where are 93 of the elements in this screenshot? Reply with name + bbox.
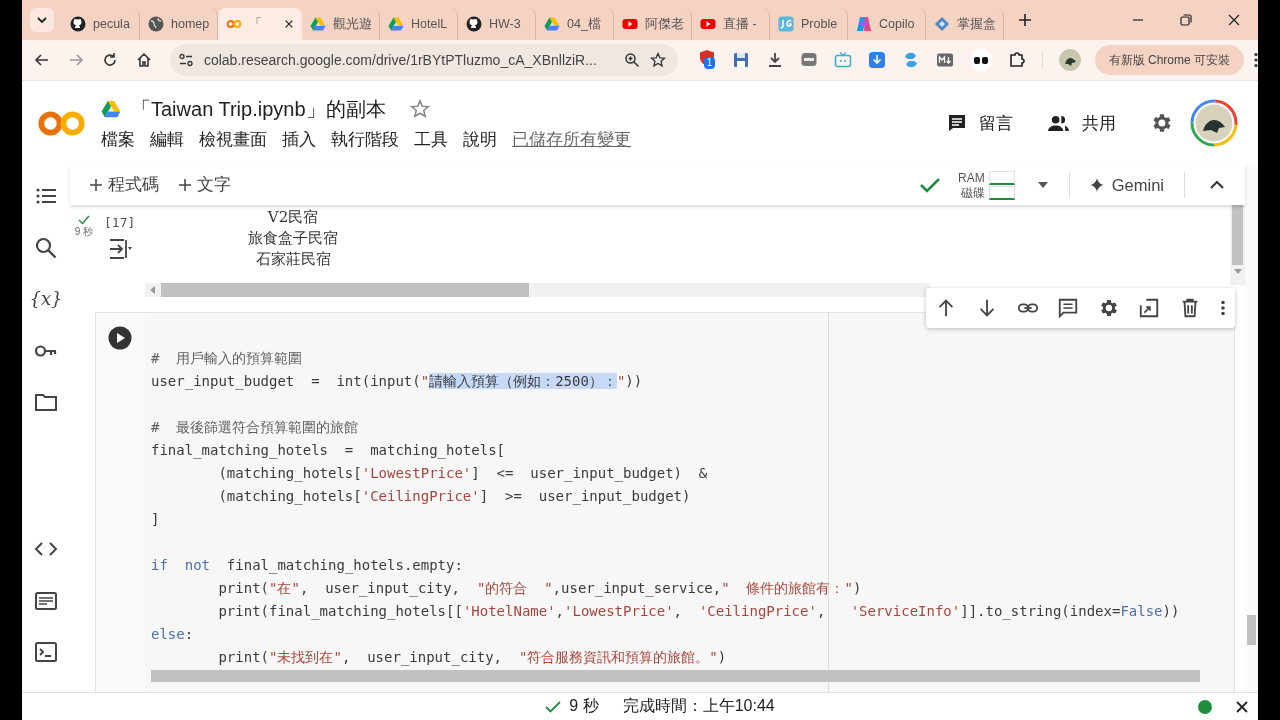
output-text: 石家莊民宿 bbox=[255, 249, 331, 270]
download-box-icon[interactable] bbox=[867, 51, 886, 69]
square-logo-icon bbox=[778, 16, 794, 32]
sparkle-icon bbox=[1089, 178, 1104, 192]
execution-count: [17] bbox=[104, 215, 136, 230]
menu-item[interactable]: 編輯 bbox=[150, 128, 184, 151]
people-icon bbox=[1047, 113, 1070, 133]
tune-icon[interactable] bbox=[177, 52, 194, 68]
chevron-up-icon[interactable] bbox=[1209, 180, 1225, 190]
comment-button[interactable]: 留言 bbox=[947, 111, 1013, 135]
code-line: # 用戶輸入的預算範圍 bbox=[151, 349, 304, 368]
cat-logo-icon bbox=[70, 16, 86, 32]
drive-logo-icon bbox=[388, 16, 404, 32]
plus-icon bbox=[90, 179, 102, 191]
restore-icon[interactable] bbox=[1179, 13, 1193, 27]
code-line: print(final_matching_hotels[['HotelName','LowestPrice', 'CeilingPrice', 'ServiceInfo']].to_string(index=False)) bbox=[217, 602, 1181, 622]
chat-bubble-icon[interactable] bbox=[799, 51, 818, 69]
markdown-icon[interactable] bbox=[935, 51, 954, 69]
diamond-logo-icon bbox=[934, 16, 950, 32]
binoculars-icon[interactable] bbox=[969, 49, 992, 71]
new-tab-icon[interactable] bbox=[1018, 13, 1032, 27]
menu-item[interactable]: 檢視畫面 bbox=[199, 128, 267, 151]
menu-item[interactable]: 插入 bbox=[282, 128, 316, 151]
comment-icon[interactable] bbox=[1057, 297, 1080, 319]
close-icon[interactable] bbox=[1227, 13, 1241, 27]
run-button[interactable] bbox=[108, 326, 132, 350]
checkmark-icon bbox=[78, 215, 90, 225]
code-line: user_input_budget = int(input("請輸入預算（例如：2500）：")) bbox=[151, 372, 644, 392]
mirror-cell-icon[interactable] bbox=[1138, 297, 1161, 319]
gemini-button[interactable]: Gemini bbox=[1089, 175, 1164, 195]
address-field[interactable]: colab.research.google.com/drive/1rBYtPTluzmo_cA_XBnllziR... bbox=[169, 44, 678, 76]
close-icon[interactable] bbox=[284, 19, 294, 29]
home-icon[interactable] bbox=[135, 52, 152, 68]
close-icon[interactable] bbox=[1236, 700, 1248, 713]
status-dot-icon bbox=[1198, 699, 1212, 714]
more-icon[interactable] bbox=[1254, 52, 1258, 68]
add-text-button[interactable]: 文字 bbox=[179, 174, 231, 196]
variables-button[interactable]: {x} bbox=[29, 287, 63, 339]
back-icon[interactable] bbox=[34, 52, 50, 68]
cat-logo-icon bbox=[466, 16, 482, 32]
code-cell[interactable] bbox=[95, 312, 1235, 692]
code-line: print("在", user_input_city, "的符合 ",user_input_service," 條件的旅館有：") bbox=[217, 579, 863, 599]
resources-indicator[interactable]: RAM 磁碟 bbox=[958, 170, 1015, 200]
code-line: # 最後篩選符合預算範圍的旅館 bbox=[151, 418, 360, 437]
menu-item[interactable]: 工具 bbox=[414, 128, 448, 151]
add-code-button[interactable]: 程式碼 bbox=[90, 174, 159, 196]
completion-time: 完成時間：上午10:44 bbox=[622, 696, 775, 716]
drive-logo-icon bbox=[310, 16, 326, 32]
execution-time: 9 秒 bbox=[74, 225, 94, 239]
checkmark-icon bbox=[545, 700, 562, 713]
comment-icon bbox=[947, 113, 967, 133]
search-icon[interactable] bbox=[34, 235, 58, 260]
vertical-scrollbar[interactable] bbox=[1230, 205, 1245, 285]
vertical-scrollbar[interactable] bbox=[1245, 165, 1258, 692]
play-logo-icon bbox=[700, 16, 716, 32]
menu-item[interactable]: 說明 bbox=[463, 128, 497, 151]
profile-avatar[interactable] bbox=[1058, 49, 1081, 71]
dropdown-arrow-icon[interactable] bbox=[1036, 181, 1049, 189]
menu-item[interactable]: 檔案 bbox=[101, 128, 135, 151]
chevron-down-icon bbox=[36, 14, 48, 26]
puzzle-piece-icon[interactable] bbox=[1007, 51, 1026, 69]
swirl-logo-icon bbox=[856, 16, 872, 32]
zoom-in-icon[interactable] bbox=[623, 52, 640, 68]
notebook-title[interactable]: 「Taiwan Trip.ipynb」的副本 bbox=[131, 95, 386, 123]
tab-search-button[interactable] bbox=[30, 8, 54, 32]
save-status-link[interactable]: 已儲存所有變更 bbox=[512, 128, 631, 151]
code-line: final_matching_hotels = matching_hotels[ bbox=[151, 441, 506, 461]
drive-logo-icon[interactable] bbox=[101, 99, 121, 119]
update-button[interactable]: 有新版 Chrome 可安裝 bbox=[1094, 45, 1244, 75]
star-icon[interactable] bbox=[649, 52, 666, 68]
horizontal-scrollbar[interactable] bbox=[151, 670, 1200, 682]
output-text: 旅食盒子民宿 bbox=[248, 228, 338, 249]
forward-icon[interactable] bbox=[68, 52, 84, 68]
drive-logo-icon bbox=[544, 16, 560, 32]
share-button[interactable]: 共用 bbox=[1047, 111, 1116, 135]
execution-time: 9 秒 bbox=[569, 696, 599, 716]
globe-icon bbox=[148, 16, 164, 32]
horizontal-scrollbar[interactable] bbox=[145, 283, 930, 297]
terminal-icon[interactable] bbox=[34, 640, 58, 665]
output-text: V2民宿 bbox=[267, 207, 319, 228]
code-line: if not final_matching_hotels.empty: bbox=[151, 556, 464, 576]
code-line: (matching_hotels['LowestPrice'] <= user_input_budget) & bbox=[217, 464, 709, 484]
code-line: else: bbox=[151, 625, 195, 644]
reload-icon[interactable] bbox=[101, 52, 118, 68]
menu-item[interactable]: 執行階段 bbox=[331, 128, 399, 151]
user-avatar[interactable] bbox=[1190, 99, 1238, 147]
play-logo-icon bbox=[622, 16, 638, 32]
plus-icon bbox=[179, 179, 191, 191]
code-line: ] bbox=[151, 510, 161, 529]
code-line: (matching_hotels['CeilingPrice'] >= user_input_budget) bbox=[217, 487, 692, 507]
code-line: print("未找到在", user_input_city, "符合服務資訊和預算的旅館。") bbox=[217, 648, 728, 668]
star-icon[interactable] bbox=[409, 99, 430, 119]
browser-tab[interactable]: 「 bbox=[218, 8, 302, 40]
